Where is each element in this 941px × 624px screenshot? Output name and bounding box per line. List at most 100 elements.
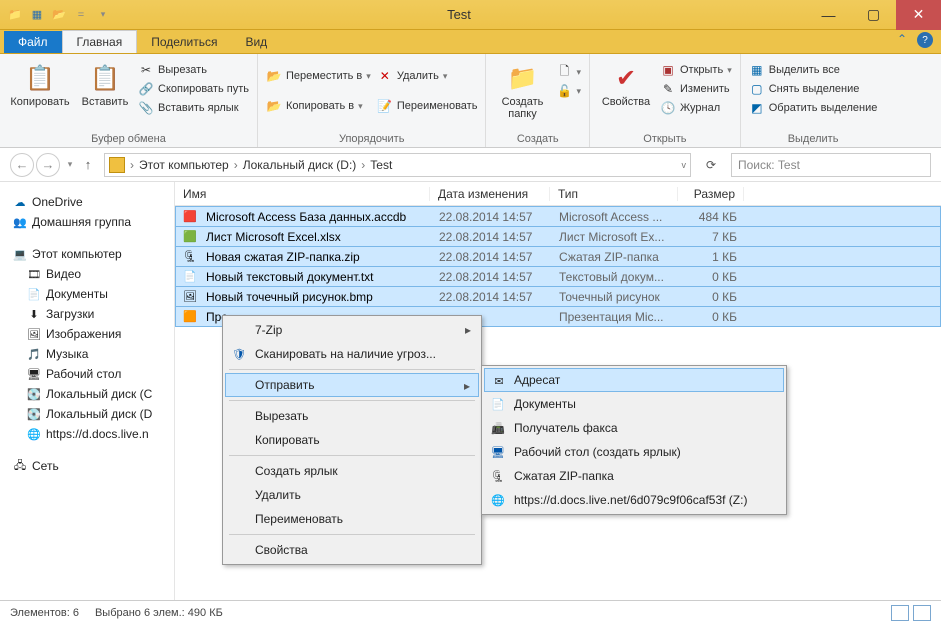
sendto-zip[interactable]: 🗜Сжатая ZIP-папка	[484, 464, 784, 488]
maximize-button[interactable]: ▢	[851, 0, 896, 30]
ribbon-collapse-icon[interactable]: ⌃	[897, 32, 907, 48]
new-item-button[interactable]: 🗋▾	[556, 64, 581, 80]
nav-videos[interactable]: 🎞Видео	[4, 264, 170, 284]
table-row[interactable]: 🗜 Новая сжатая ZIP-папка.zip 22.08.2014 …	[175, 246, 941, 267]
sendto-desktop[interactable]: 🖥Рабочий стол (создать ярлык)	[484, 440, 784, 464]
tab-view[interactable]: Вид	[231, 31, 281, 53]
menu-shortcut[interactable]: Создать ярлык	[225, 459, 479, 483]
chevron-icon[interactable]: ›	[231, 158, 241, 172]
sendto-netpath[interactable]: 🌐https://d.docs.live.net/6d079c9f06caf53…	[484, 488, 784, 512]
menu-cut[interactable]: Вырезать	[225, 404, 479, 428]
back-button[interactable]: ←	[10, 153, 34, 177]
nav-homegroup[interactable]: 👥Домашняя группа	[4, 212, 170, 232]
qat-equals-icon[interactable]: =	[72, 6, 90, 24]
cut-button[interactable]: ✂Вырезать	[138, 62, 249, 78]
desktop-icon: 🖥	[490, 444, 506, 460]
tab-share[interactable]: Поделиться	[137, 31, 231, 53]
qat-newfolder-icon[interactable]: 📂	[50, 6, 68, 24]
file-type: Лист Microsoft Ex...	[551, 230, 679, 244]
table-row[interactable]: 🖼 Новый точечный рисунок.bmp 22.08.2014 …	[175, 286, 941, 307]
chevron-icon[interactable]: ›	[127, 158, 137, 172]
edit-button[interactable]: ✎Изменить	[660, 81, 732, 97]
move-to-button[interactable]: 📂Переместить в ▾	[266, 68, 371, 84]
easy-access-button[interactable]: 🔓▾	[556, 83, 581, 99]
select-all-button[interactable]: ▦Выделить все	[749, 62, 878, 78]
nav-network[interactable]: 🖧Сеть	[4, 456, 170, 476]
help-icon[interactable]: ?	[917, 32, 933, 48]
breadcrumb[interactable]: › Этот компьютер › Локальный диск (D:) ›…	[104, 153, 691, 177]
selectall-icon: ▦	[749, 62, 765, 78]
menu-7zip[interactable]: 7-Zip▸	[225, 318, 479, 342]
menu-sendto[interactable]: Отправить▸	[225, 373, 479, 397]
paste-button[interactable]: 📋 Вставить	[78, 58, 132, 108]
nav-onedrive[interactable]: ☁OneDrive	[4, 192, 170, 212]
delete-button[interactable]: ✕Удалить ▾	[377, 68, 478, 84]
copy-button[interactable]: 📋 Копировать	[8, 58, 72, 108]
nav-downloads[interactable]: ⬇Загрузки	[4, 304, 170, 324]
desktop-icon: 🖥	[26, 366, 42, 382]
nav-documents[interactable]: 📄Документы	[4, 284, 170, 304]
minimize-button[interactable]: —	[806, 0, 851, 30]
table-row[interactable]: 📄 Новый текстовый документ.txt 22.08.201…	[175, 266, 941, 287]
menu-rename[interactable]: Переименовать	[225, 507, 479, 531]
paste-shortcut-button[interactable]: 📎Вставить ярлык	[138, 100, 249, 116]
copy-to-button[interactable]: 📂Копировать в ▾	[266, 98, 371, 114]
col-date[interactable]: Дата изменения	[430, 187, 550, 201]
forward-button[interactable]: →	[36, 153, 60, 177]
refresh-button[interactable]: ⟳	[699, 158, 723, 172]
nav-desktop[interactable]: 🖥Рабочий стол	[4, 364, 170, 384]
new-folder-button[interactable]: 📁 Создать папку	[494, 58, 550, 120]
sendto-fax[interactable]: 📠Получатель факса	[484, 416, 784, 440]
col-name[interactable]: Имя	[175, 187, 430, 201]
title-bar: 📁 ▦ 📂 = ▾ Test — ▢ ✕	[0, 0, 941, 30]
col-type[interactable]: Тип	[550, 187, 678, 201]
breadcrumb-pc[interactable]: Этот компьютер	[139, 158, 229, 172]
qat-icon[interactable]: 📁	[6, 6, 24, 24]
open-icon: ▣	[660, 62, 676, 78]
scissors-icon: ✂	[138, 62, 154, 78]
menu-properties[interactable]: Свойства	[225, 538, 479, 562]
search-input[interactable]: Поиск: Test	[731, 153, 931, 177]
netdrive-icon: 🌐	[490, 492, 506, 508]
file-type: Презентация Mic...	[551, 310, 679, 324]
nav-pictures[interactable]: 🖼Изображения	[4, 324, 170, 344]
breadcrumb-folder[interactable]: Test	[370, 158, 392, 172]
tab-home[interactable]: Главная	[62, 30, 138, 53]
file-icon: 🟧	[182, 309, 198, 325]
file-date: 22.08.2014 14:57	[431, 250, 551, 264]
qat-dropdown-icon[interactable]: ▾	[94, 6, 112, 24]
select-none-button[interactable]: ▢Снять выделение	[749, 81, 878, 97]
copy-path-button[interactable]: 🔗Скопировать путь	[138, 81, 249, 97]
nav-thispc[interactable]: 💻Этот компьютер	[4, 244, 170, 264]
invert-selection-button[interactable]: ◩Обратить выделение	[749, 100, 878, 116]
up-button[interactable]: ↑	[80, 153, 96, 177]
table-row[interactable]: 🟩 Лист Microsoft Excel.xlsx 22.08.2014 1…	[175, 226, 941, 247]
view-details-button[interactable]	[891, 605, 909, 621]
properties-button[interactable]: ✔ Свойства	[598, 58, 654, 108]
view-icons-button[interactable]	[913, 605, 931, 621]
menu-scan[interactable]: 🛡Сканировать на наличие угроз...	[225, 342, 479, 366]
qat-props-icon[interactable]: ▦	[28, 6, 46, 24]
nav-drive-c[interactable]: 💽Локальный диск (C	[4, 384, 170, 404]
ribbon: 📋 Копировать 📋 Вставить ✂Вырезать 🔗Скопи…	[0, 54, 941, 148]
recent-dropdown[interactable]: ▾	[62, 153, 78, 177]
rename-button[interactable]: 📝Переименовать	[377, 98, 478, 114]
music-icon: 🎵	[26, 346, 42, 362]
breadcrumb-dropdown[interactable]: v	[682, 160, 687, 170]
file-date: 22.08.2014 14:57	[431, 210, 551, 224]
open-button[interactable]: ▣Открыть ▾	[660, 62, 732, 78]
tab-file[interactable]: Файл	[4, 31, 62, 53]
table-row[interactable]: 🟥 Microsoft Access База данных.accdb 22.…	[175, 206, 941, 227]
close-button[interactable]: ✕	[896, 0, 941, 30]
nav-drive-d[interactable]: 💽Локальный диск (D	[4, 404, 170, 424]
menu-copy[interactable]: Копировать	[225, 428, 479, 452]
col-size[interactable]: Размер	[678, 187, 744, 201]
nav-netdrive[interactable]: 🌐https://d.docs.live.n	[4, 424, 170, 444]
sendto-documents[interactable]: 📄Документы	[484, 392, 784, 416]
chevron-icon[interactable]: ›	[358, 158, 368, 172]
breadcrumb-drive[interactable]: Локальный диск (D:)	[243, 158, 357, 172]
nav-music[interactable]: 🎵Музыка	[4, 344, 170, 364]
sendto-recipient[interactable]: ✉Адресат	[484, 368, 784, 392]
menu-delete[interactable]: Удалить	[225, 483, 479, 507]
history-button[interactable]: 🕓Журнал	[660, 100, 732, 116]
